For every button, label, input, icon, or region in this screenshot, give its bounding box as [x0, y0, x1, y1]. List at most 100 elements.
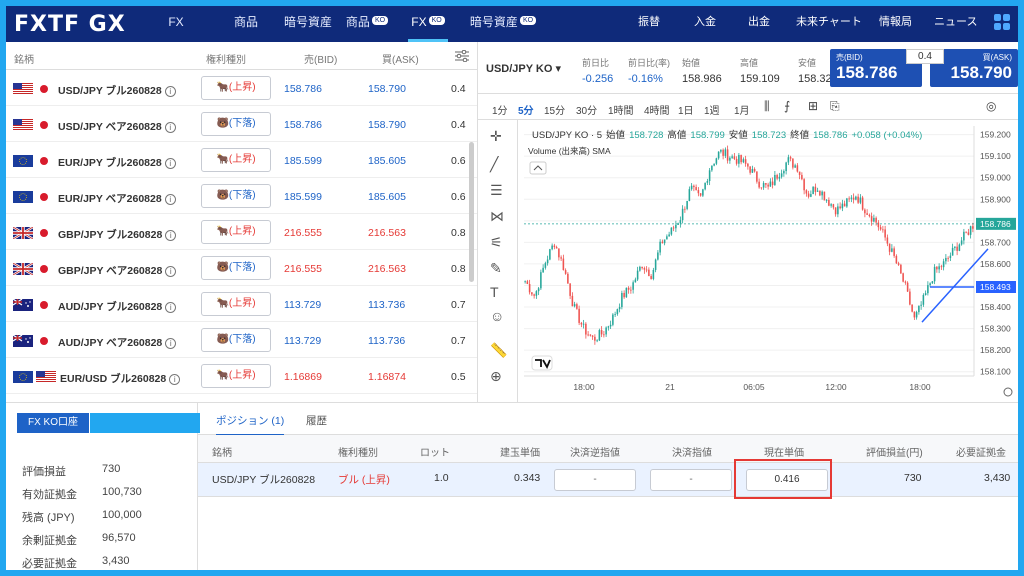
candle — [740, 155, 742, 163]
bull-button[interactable]: 🐂(上昇) — [201, 364, 271, 388]
crosshair-icon[interactable]: ✛ — [490, 128, 502, 145]
candle — [960, 240, 963, 245]
compare-icon[interactable]: ⊞ — [808, 99, 818, 113]
bid-price[interactable]: 185.599 — [284, 155, 322, 167]
pattern-icon[interactable]: ⋈ — [490, 208, 504, 225]
list-item[interactable]: EUR/USD ブル260828 i 🐂(上昇) 1.16869 1.16874 0.5 — [6, 358, 477, 394]
fib-icon[interactable]: ⚟ — [490, 234, 503, 251]
account-tab[interactable]: FX KO口座 — [17, 413, 89, 433]
bear-button[interactable]: 🐻(下落) — [201, 112, 271, 136]
timeframe-3[interactable]: 30分 — [576, 102, 597, 117]
text-icon[interactable]: T — [490, 284, 499, 300]
list-item[interactable]: EUR/JPY ブル260828 i 🐂(上昇) 185.599 185.605 0.6 — [6, 142, 477, 178]
info-icon[interactable]: i — [165, 338, 177, 349]
bid-price[interactable]: 158.786 — [284, 119, 322, 131]
collapse-legend-icon[interactable] — [529, 161, 547, 175]
info-icon[interactable]: i — [165, 302, 177, 313]
bull-button[interactable]: 🐂(上昇) — [201, 76, 271, 100]
tab-history[interactable]: 履歴 — [306, 413, 327, 428]
info-icon[interactable]: i — [164, 158, 176, 169]
emoji-icon[interactable]: ☺ — [490, 308, 504, 324]
trendline-icon[interactable]: ╱ — [490, 156, 498, 173]
settings-sliders-icon[interactable] — [455, 50, 469, 62]
nav-tab-5[interactable]: 暗号資産 KO — [468, 6, 538, 42]
timeframe-2[interactable]: 15分 — [544, 102, 565, 117]
ruler-icon[interactable]: 📏 — [490, 342, 507, 359]
ask-price[interactable]: 1.16874 — [368, 371, 406, 383]
bid-price[interactable]: 113.729 — [284, 299, 321, 311]
bid-price[interactable]: 216.555 — [284, 227, 322, 239]
timeframe-6[interactable]: 1日 — [678, 102, 694, 117]
account-tab-blank[interactable] — [90, 413, 200, 433]
zoom-icon[interactable]: ⊕ — [490, 368, 502, 385]
hlines-icon[interactable]: ☰ — [490, 182, 503, 199]
nav-link-5[interactable]: ニュース — [934, 6, 977, 42]
camera-icon[interactable]: ◎ — [986, 99, 996, 113]
info-icon[interactable]: i — [165, 266, 177, 277]
nav-link-3[interactable]: 未来チャート — [796, 6, 862, 42]
account-row: 余剰証拠金 96,570 — [22, 532, 136, 548]
nav-tab-3[interactable]: 商品 KO — [342, 6, 392, 42]
bid-price[interactable]: 158.786 — [284, 83, 322, 95]
candle — [922, 294, 925, 305]
list-item[interactable]: USD/JPY ベア260828 i 🐻(下落) 158.786 158.790 0.4 — [6, 106, 477, 142]
bear-button[interactable]: 🐻(下落) — [201, 328, 271, 352]
bull-button[interactable]: 🐂(上昇) — [201, 220, 271, 244]
bid-price[interactable]: 1.16869 — [284, 371, 322, 383]
symbol-selector[interactable]: USD/JPY KO ▾ — [486, 62, 561, 75]
tab-positions[interactable]: ポジション (1) — [216, 413, 285, 436]
header-ask: 買(ASK) — [382, 55, 419, 66]
brush-icon[interactable]: ✎ — [490, 260, 502, 277]
nav-tab-1[interactable]: 商品 — [221, 6, 271, 42]
ask-price[interactable]: 185.605 — [368, 191, 406, 203]
position-row[interactable]: USD/JPY ブル260828 ブル (上昇) 1.0 0.343 - - 0… — [198, 463, 1018, 497]
list-item[interactable]: EUR/JPY ベア260828 i 🐻(下落) 185.599 185.605 0.6 — [6, 178, 477, 214]
ask-price[interactable]: 216.563 — [368, 263, 406, 275]
list-item[interactable]: GBP/JPY ベア260828 i 🐻(下落) 216.555 216.563 0.8 — [6, 250, 477, 286]
nav-tab-4[interactable]: FX KO — [408, 6, 448, 42]
list-scrollbar[interactable] — [469, 142, 474, 282]
nav-link-2[interactable]: 出金 — [748, 6, 770, 42]
bull-button[interactable]: 🐂(上昇) — [201, 292, 271, 316]
bid-price[interactable]: 185.599 — [284, 191, 322, 203]
list-item[interactable]: AUD/JPY ブル260828 i 🐂(上昇) 113.729 113.736 0.7 — [6, 286, 477, 322]
info-icon[interactable]: i — [165, 230, 177, 241]
nav-link-0[interactable]: 振替 — [638, 6, 660, 42]
indicator-icon[interactable]: ⨍ — [784, 99, 790, 113]
price-chart[interactable]: 159.200159.100159.000158.900158.800158.7… — [518, 120, 1018, 402]
timeframe-0[interactable]: 1分 — [492, 102, 508, 117]
bull-button[interactable]: 🐂(上昇) — [201, 148, 271, 172]
nav-tab-2[interactable]: 暗号資産 — [278, 6, 338, 42]
bid-price[interactable]: 113.729 — [284, 335, 321, 347]
template-icon[interactable]: ⎘ — [830, 99, 840, 114]
info-icon[interactable]: i — [164, 122, 176, 133]
nav-link-4[interactable]: 情報局 — [879, 6, 912, 42]
nav-link-1[interactable]: 入金 — [694, 6, 716, 42]
bid-price[interactable]: 216.555 — [284, 263, 322, 275]
nav-tab-0[interactable]: FX — [156, 6, 196, 42]
apps-grid-icon[interactable] — [994, 14, 1010, 30]
timeframe-8[interactable]: 1月 — [734, 102, 750, 117]
stop-input[interactable]: - — [554, 469, 636, 491]
ask-price[interactable]: 216.563 — [368, 227, 406, 239]
info-icon[interactable]: i — [169, 374, 181, 385]
direction-label: (下落) — [228, 118, 256, 129]
chart-type-icon[interactable]: ⫼ — [764, 99, 770, 114]
info-icon[interactable]: i — [164, 86, 176, 97]
ask-price[interactable]: 185.605 — [368, 155, 406, 167]
timeframe-4[interactable]: 1時間 — [608, 102, 634, 117]
list-item[interactable]: GBP/JPY ブル260828 i 🐂(上昇) 216.555 216.563 0.8 — [6, 214, 477, 250]
timeframe-1[interactable]: 5分 — [518, 102, 534, 117]
ask-price[interactable]: 113.736 — [368, 299, 405, 311]
ask-price[interactable]: 113.736 — [368, 335, 405, 347]
bear-button[interactable]: 🐻(下落) — [201, 256, 271, 280]
bear-button[interactable]: 🐻(下落) — [201, 184, 271, 208]
limit-input[interactable]: - — [650, 469, 732, 491]
timeframe-7[interactable]: 1週 — [704, 102, 720, 117]
timeframe-5[interactable]: 4時間 — [644, 102, 670, 117]
list-item[interactable]: USD/JPY ブル260828 i 🐂(上昇) 158.786 158.790 0.4 — [6, 70, 477, 106]
ask-price[interactable]: 158.790 — [368, 83, 406, 95]
info-icon[interactable]: i — [164, 194, 176, 205]
ask-price[interactable]: 158.790 — [368, 119, 406, 131]
list-item[interactable]: AUD/JPY ベア260828 i 🐻(下落) 113.729 113.736 0.7 — [6, 322, 477, 358]
